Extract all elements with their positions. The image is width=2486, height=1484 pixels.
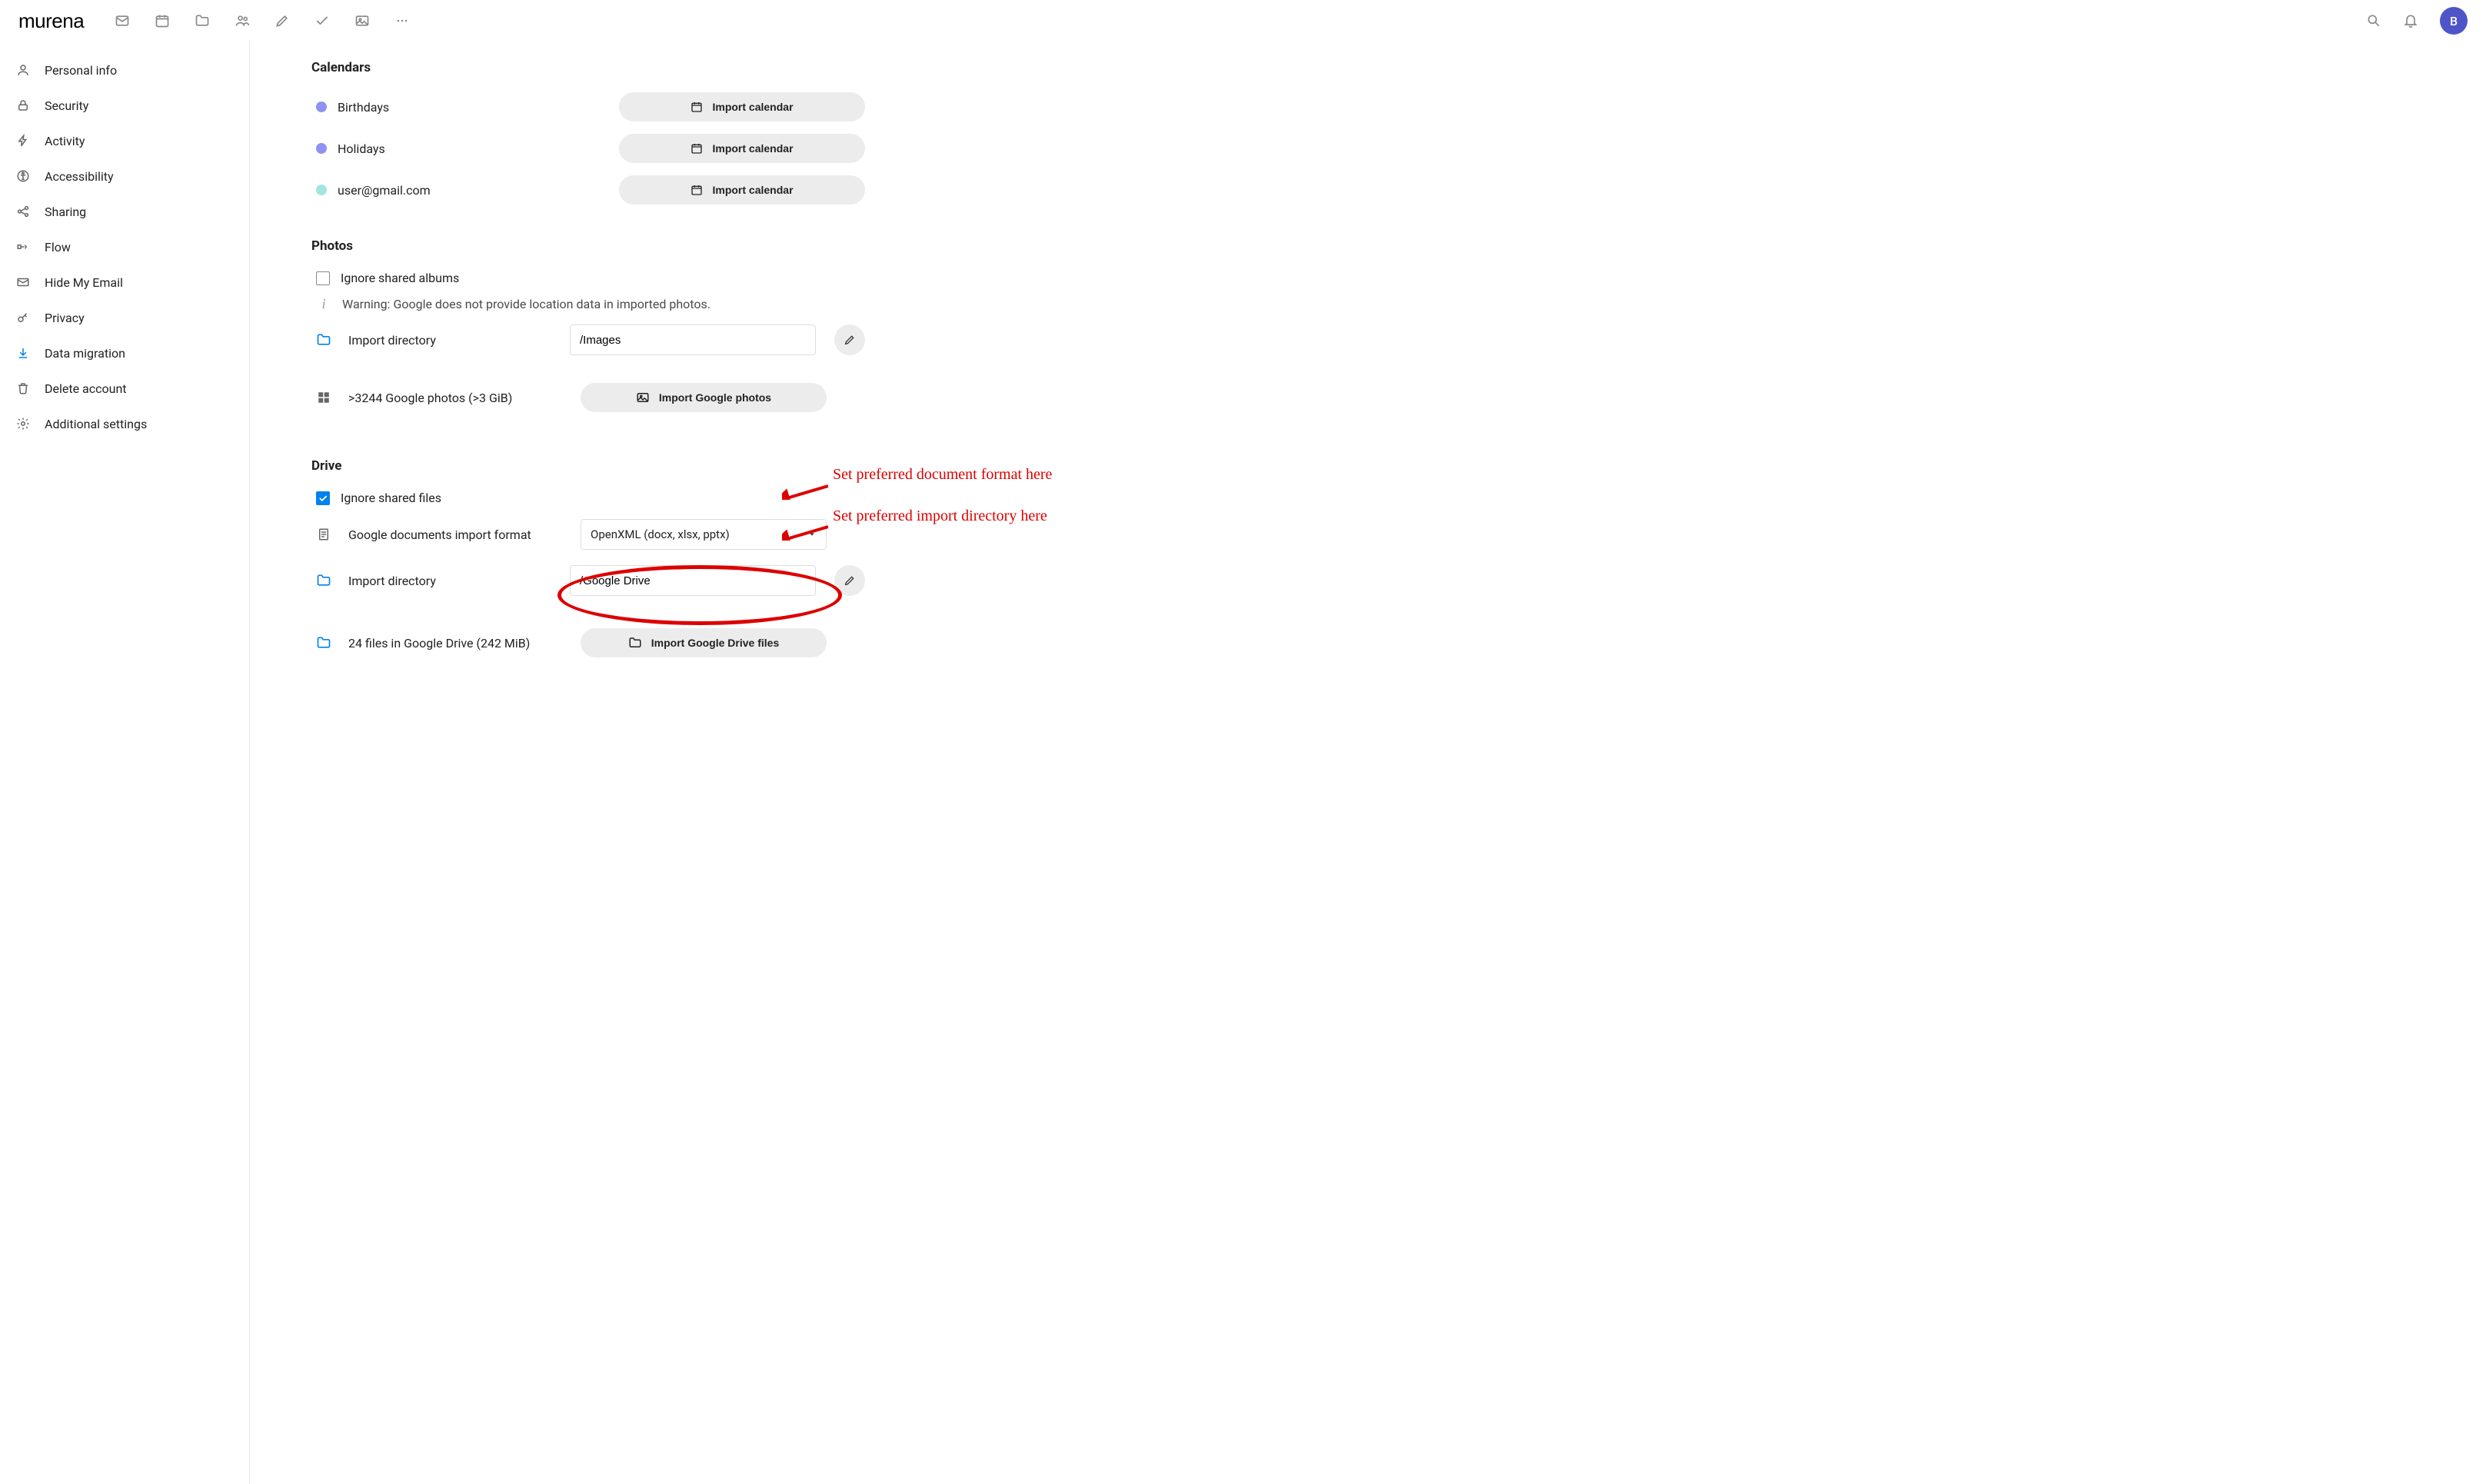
checkbox-icon[interactable] — [316, 271, 330, 285]
warning-text: Warning: Google does not provide locatio… — [342, 297, 711, 311]
main-content: Calendars Birthdays Import calendar Holi… — [250, 42, 2486, 1484]
sidebar-item-label: Activity — [45, 134, 85, 148]
folder-icon — [316, 635, 331, 650]
calendar-row: Birthdays Import calendar — [311, 86, 865, 128]
calendar-name: Birthdays — [338, 100, 389, 115]
more-icon[interactable] — [394, 13, 410, 28]
folder-icon — [316, 573, 331, 588]
sidebar-item-label: Additional settings — [45, 417, 147, 431]
sidebar-item-security[interactable]: Security — [0, 88, 249, 123]
avatar[interactable]: B — [2440, 7, 2468, 35]
photos-title: Photos — [311, 238, 865, 254]
accessibility-icon — [15, 168, 31, 184]
pencil-icon[interactable] — [275, 13, 290, 28]
photos-warning-row: i Warning: Google does not provide locat… — [311, 291, 865, 317]
calendars-section: Calendars Birthdays Import calendar Holi… — [311, 60, 865, 211]
drive-title: Drive — [311, 458, 865, 474]
sidebar-item-label: Personal info — [45, 63, 117, 78]
annotation-format: Set preferred document format here — [833, 466, 1052, 484]
sidebar-item-label: Accessibility — [45, 169, 114, 184]
calendar-color-dot — [316, 143, 327, 154]
photos-count-label: >3244 Google photos (>3 GiB) — [348, 391, 571, 405]
checkbox-label: Ignore shared files — [341, 491, 441, 505]
calendar-row: Holidays Import calendar — [311, 128, 865, 169]
search-icon[interactable] — [2366, 13, 2381, 28]
envelope-icon — [15, 275, 31, 290]
mail-icon[interactable] — [115, 13, 130, 28]
brand-logo: murena — [18, 9, 84, 33]
photos-import-dir-row: Import directory — [311, 317, 865, 363]
lock-icon — [15, 98, 31, 113]
annotation-ellipse — [557, 565, 842, 625]
sidebar-item-label: Privacy — [45, 311, 85, 325]
contacts-icon[interactable] — [235, 13, 250, 28]
ignore-shared-albums-row[interactable]: Ignore shared albums — [311, 265, 865, 291]
sidebar-item-data-migration[interactable]: Data migration — [0, 335, 249, 371]
user-icon — [15, 62, 31, 78]
import-google-photos-button[interactable]: Import Google photos — [581, 383, 827, 412]
drive-count-label: 24 files in Google Drive (242 MiB) — [348, 636, 571, 650]
sidebar-item-label: Hide My Email — [45, 275, 123, 290]
sidebar-item-hide-my-email[interactable]: Hide My Email — [0, 265, 249, 300]
sidebar-item-label: Flow — [45, 240, 71, 255]
sidebar-item-accessibility[interactable]: Accessibility — [0, 158, 249, 194]
import-google-drive-button[interactable]: Import Google Drive files — [581, 628, 827, 657]
app-header: murena B — [0, 0, 2486, 42]
info-icon: i — [316, 296, 331, 312]
gear-icon — [15, 416, 31, 431]
calendar-name: Holidays — [338, 141, 385, 156]
grid-icon — [316, 390, 331, 405]
import-calendar-button[interactable]: Import calendar — [619, 175, 865, 205]
bell-icon[interactable] — [2403, 13, 2418, 28]
edit-dir-button[interactable] — [834, 324, 865, 355]
document-icon — [316, 527, 331, 542]
import-dir-label: Import directory — [348, 574, 561, 588]
drive-count-row: 24 files in Google Drive (242 MiB) Impor… — [311, 621, 865, 665]
annotation-arrow-icon — [782, 522, 828, 541]
import-calendar-button[interactable]: Import calendar — [619, 92, 865, 121]
download-icon — [15, 345, 31, 361]
header-right: B — [2366, 7, 2468, 35]
calendar-color-dot — [316, 101, 327, 112]
sidebar-item-activity[interactable]: Activity — [0, 123, 249, 158]
import-calendar-button[interactable]: Import calendar — [619, 134, 865, 163]
sidebar-item-sharing[interactable]: Sharing — [0, 194, 249, 229]
flow-icon — [15, 239, 31, 255]
import-dir-label: Import directory — [348, 333, 561, 348]
calendar-icon[interactable] — [155, 13, 170, 28]
sidebar-item-label: Sharing — [45, 205, 86, 219]
photos-section: Photos Ignore shared albums i Warning: G… — [311, 238, 865, 420]
settings-sidebar: Personal info Security Activity Accessib… — [0, 42, 250, 1484]
sidebar-item-personal-info[interactable]: Personal info — [0, 52, 249, 88]
calendars-title: Calendars — [311, 60, 865, 75]
calendar-name: user@gmail.com — [338, 183, 431, 198]
trash-icon — [15, 381, 31, 396]
image-icon[interactable] — [354, 13, 370, 28]
sidebar-item-label: Data migration — [45, 346, 125, 361]
sidebar-item-label: Delete account — [45, 381, 127, 396]
annotation-directory: Set preferred import directory here — [833, 507, 1047, 525]
header-app-icons — [115, 13, 410, 28]
folder-icon[interactable] — [195, 13, 210, 28]
sidebar-item-label: Security — [45, 98, 88, 113]
share-icon — [15, 204, 31, 219]
format-value: OpenXML (docx, xlsx, pptx) — [591, 527, 730, 541]
photos-import-dir-input[interactable] — [570, 324, 816, 355]
sidebar-item-privacy[interactable]: Privacy — [0, 300, 249, 335]
photos-count-row: >3244 Google photos (>3 GiB) Import Goog… — [311, 375, 865, 420]
checkbox-label: Ignore shared albums — [341, 271, 459, 285]
annotation-arrow-icon — [782, 481, 828, 500]
lightning-icon — [15, 133, 31, 148]
folder-icon — [316, 332, 331, 348]
check-icon[interactable] — [314, 13, 330, 28]
calendar-color-dot — [316, 185, 327, 195]
calendar-row: user@gmail.com Import calendar — [311, 169, 865, 211]
checkbox-icon[interactable] — [316, 491, 330, 505]
sidebar-item-additional-settings[interactable]: Additional settings — [0, 406, 249, 441]
format-label: Google documents import format — [348, 527, 571, 542]
sidebar-item-delete-account[interactable]: Delete account — [0, 371, 249, 406]
sidebar-item-flow[interactable]: Flow — [0, 229, 249, 265]
key-icon — [15, 310, 31, 325]
